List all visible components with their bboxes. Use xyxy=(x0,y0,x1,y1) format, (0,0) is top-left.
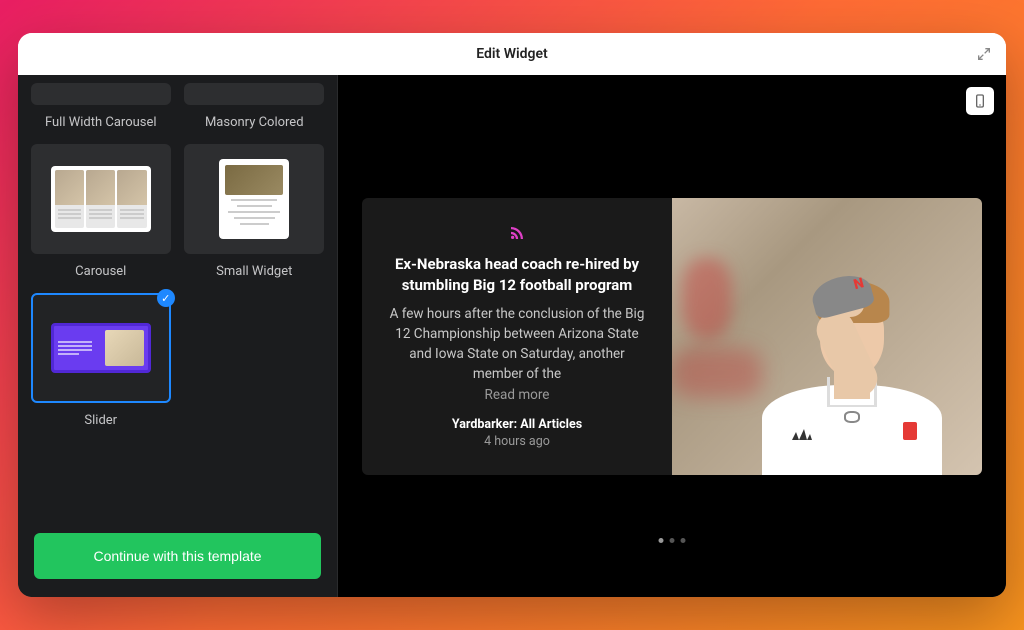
modal-title: Edit Widget xyxy=(476,46,547,62)
template-label: Masonry Colored xyxy=(205,115,304,130)
template-label: Small Widget xyxy=(216,264,292,279)
article-excerpt: A few hours after the conclusion of the … xyxy=(386,304,648,385)
titlebar: Edit Widget xyxy=(18,33,1006,75)
read-more-link[interactable]: Read more xyxy=(485,387,550,403)
template-carousel[interactable]: Carousel xyxy=(30,144,172,279)
carousel-preview-thumbnail xyxy=(51,166,151,232)
article-image xyxy=(672,198,982,475)
device-toggle-button[interactable] xyxy=(966,87,994,115)
widget-text-section: Ex-Nebraska head coach re-hired by stumb… xyxy=(362,198,672,475)
team-badge-icon xyxy=(903,422,917,440)
slider-preview-thumbnail xyxy=(51,323,151,373)
pagination-dot[interactable] xyxy=(659,538,664,543)
template-full-width-carousel[interactable]: Full Width Carousel xyxy=(30,83,172,130)
content-area: Full Width Carousel Masonry Colored xyxy=(18,75,1006,597)
preview-pane: Ex-Nebraska head coach re-hired by stumb… xyxy=(338,75,1006,597)
template-label: Full Width Carousel xyxy=(45,115,157,130)
pagination-dot[interactable] xyxy=(670,538,675,543)
adidas-logo-icon xyxy=(790,426,814,440)
modal-window: Edit Widget Full Width Carousel Masonry … xyxy=(18,33,1006,597)
template-small-widget[interactable]: Small Widget xyxy=(184,144,326,279)
template-label: Slider xyxy=(84,413,117,428)
template-label: Carousel xyxy=(75,264,126,279)
article-source: Yardbarker: All Articles xyxy=(452,417,582,432)
continue-button[interactable]: Continue with this template xyxy=(34,533,321,579)
small-widget-preview-thumbnail xyxy=(219,159,289,239)
slider-widget-preview: Ex-Nebraska head coach re-hired by stumb… xyxy=(362,198,982,475)
rss-icon xyxy=(508,224,526,242)
pagination-dot[interactable] xyxy=(681,538,686,543)
article-time: 4 hours ago xyxy=(484,434,550,449)
expand-icon[interactable] xyxy=(976,46,992,62)
template-sidebar: Full Width Carousel Masonry Colored xyxy=(18,75,338,597)
check-icon: ✓ xyxy=(157,289,175,307)
template-list: Full Width Carousel Masonry Colored xyxy=(18,75,337,521)
article-title: Ex-Nebraska head coach re-hired by stumb… xyxy=(386,254,648,296)
template-slider[interactable]: ✓ Slider xyxy=(30,293,172,428)
slider-pagination[interactable] xyxy=(659,538,686,543)
template-masonry-colored[interactable]: Masonry Colored xyxy=(184,83,326,130)
